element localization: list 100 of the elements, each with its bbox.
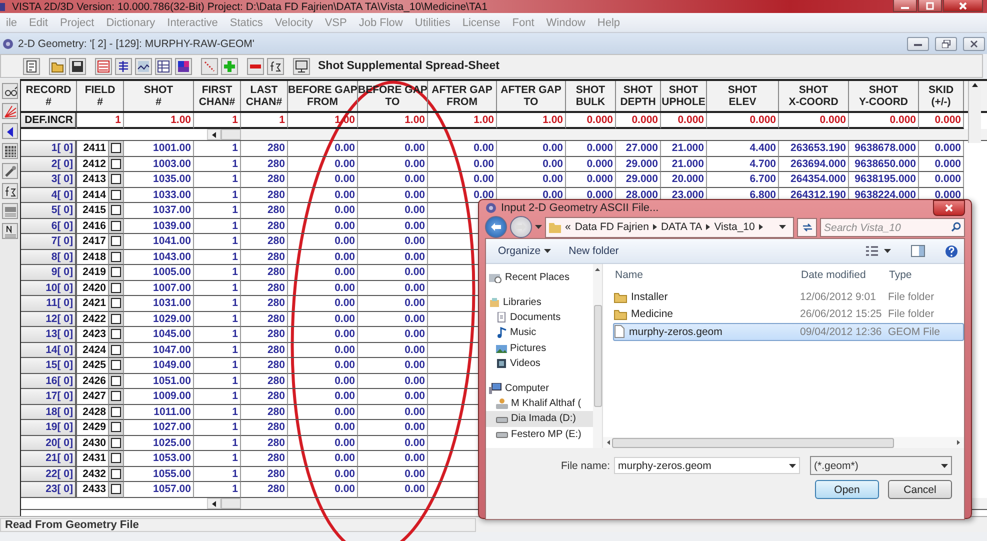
checkbox[interactable] [108, 172, 124, 188]
nav-item[interactable]: Libraries [486, 294, 593, 310]
grid-button[interactable] [2, 143, 18, 159]
organize-menu[interactable]: Organize [492, 244, 557, 258]
table-cell: 1 [194, 404, 241, 420]
nav-item[interactable]: Festero MP (E:) [486, 426, 593, 442]
scrollbar-thumb[interactable] [221, 498, 241, 509]
color-grid-button[interactable] [175, 58, 192, 74]
forward-button[interactable] [510, 216, 532, 238]
horizontal-scrollbar[interactable] [603, 437, 964, 448]
checkbox[interactable] [108, 280, 124, 296]
new-folder-button[interactable]: New folder [562, 244, 625, 258]
checkbox[interactable] [108, 296, 124, 312]
open-button[interactable]: Open [815, 480, 879, 499]
checkbox[interactable] [108, 327, 124, 342]
nav-item[interactable]: Videos [486, 356, 593, 372]
file-row[interactable]: Installer 12/06/2012 9:01 File folder [613, 288, 964, 306]
nav-item[interactable]: Pictures [486, 340, 593, 356]
folder-button[interactable] [49, 58, 66, 74]
scrollbar-thumb[interactable] [221, 129, 241, 140]
save-button[interactable] [69, 58, 86, 74]
column-header[interactable]: Name [615, 269, 801, 281]
checkbox[interactable] [108, 420, 124, 436]
scroll-left-button[interactable] [207, 498, 221, 509]
glasses-button[interactable] [2, 83, 18, 99]
checkbox[interactable] [108, 188, 124, 203]
chart-button[interactable] [95, 58, 112, 74]
minimize-button[interactable] [907, 36, 929, 50]
scrollbar-thumb[interactable] [612, 438, 894, 448]
rays-button[interactable] [2, 103, 18, 119]
list-button[interactable] [115, 58, 132, 74]
column-header[interactable]: Type [889, 269, 964, 281]
checkbox[interactable] [108, 342, 124, 358]
checkbox[interactable] [108, 250, 124, 265]
vertical-scrollbar[interactable] [968, 81, 981, 143]
checkbox[interactable] [108, 451, 124, 466]
close-button[interactable] [963, 36, 985, 50]
pen-button[interactable] [2, 163, 18, 179]
close-button[interactable] [933, 200, 965, 216]
checkbox[interactable] [108, 389, 124, 404]
list-icon [117, 60, 130, 72]
breadcrumb-item[interactable]: DATA TA [660, 221, 702, 233]
close-button[interactable] [943, 0, 983, 12]
checkbox[interactable] [108, 141, 124, 156]
address-bar[interactable]: « Data FD Fajrien DATA TA Vista_10 [545, 216, 794, 238]
table-cell: 1 [194, 156, 241, 172]
breadcrumb-item[interactable]: Data FD Fajrien [574, 221, 649, 233]
scrollbar-thumb[interactable] [594, 305, 602, 407]
table-button[interactable] [155, 58, 172, 74]
file-type-dropdown[interactable]: (*.geom*) [810, 456, 952, 475]
refresh-button[interactable] [797, 218, 817, 236]
checkbox[interactable] [108, 482, 124, 498]
checkbox[interactable] [108, 265, 124, 280]
file-name-field[interactable]: murphy-zeros.geom [614, 457, 800, 474]
checkbox[interactable] [108, 203, 124, 218]
checkbox[interactable] [108, 466, 124, 482]
table-cell: 1 [194, 342, 241, 358]
overflow-chevron[interactable]: « [565, 221, 571, 233]
checkbox[interactable] [108, 218, 124, 234]
checkbox[interactable] [108, 374, 124, 389]
flag-button[interactable] [2, 123, 18, 139]
dotted-line-button[interactable] [201, 58, 218, 74]
nav-item[interactable]: Dia Imada (D:) [486, 411, 593, 427]
search-field[interactable]: Search Vista_10 [820, 218, 965, 237]
file-row[interactable]: murphy-zeros.geom 09/04/2012 12:36 GEOM File [613, 323, 964, 340]
checkbox[interactable] [108, 156, 124, 172]
nav-item[interactable]: Documents [486, 310, 593, 326]
checkbox[interactable] [108, 312, 124, 327]
log-button[interactable] [2, 223, 18, 239]
table-cell: 280 [241, 451, 288, 466]
breadcrumb-item[interactable]: Vista_10 [714, 221, 755, 233]
nav-item[interactable]: Computer [486, 380, 593, 396]
horizontal-scrollbar[interactable] [21, 129, 987, 141]
restore-button[interactable] [935, 36, 957, 50]
checkbox[interactable] [108, 436, 124, 451]
view-list-icon[interactable] [866, 246, 878, 256]
nav-item[interactable]: Recent Places [486, 270, 593, 286]
document-button[interactable] [23, 58, 40, 74]
monitor-button[interactable] [293, 58, 310, 74]
minimize-button[interactable] [893, 0, 917, 12]
checkbox[interactable] [108, 358, 124, 374]
table-cell: 1 [194, 312, 241, 327]
preview-pane-icon[interactable] [911, 245, 925, 257]
restore-button[interactable] [918, 0, 942, 12]
vertical-scrollbar[interactable] [593, 264, 602, 448]
checkbox[interactable] [108, 404, 124, 420]
checkbox[interactable] [108, 234, 124, 250]
function-button[interactable] [2, 183, 18, 199]
table-cell: 20.000 [661, 172, 707, 188]
scroll-left-button[interactable] [207, 129, 221, 140]
back-button[interactable] [485, 216, 507, 238]
minus-button[interactable] [247, 58, 264, 74]
nav-item[interactable]: Music [486, 325, 593, 341]
help-icon[interactable] [945, 244, 958, 258]
function-button[interactable] [267, 58, 284, 74]
wave-button[interactable] [135, 58, 152, 74]
column-header[interactable]: Date modified [801, 269, 889, 281]
cancel-button[interactable]: Cancel [888, 480, 952, 499]
nav-item[interactable]: M Khalif Althaf ( [486, 396, 593, 412]
file-row[interactable]: Medicine 26/06/2012 15:25 File folder [613, 306, 964, 323]
